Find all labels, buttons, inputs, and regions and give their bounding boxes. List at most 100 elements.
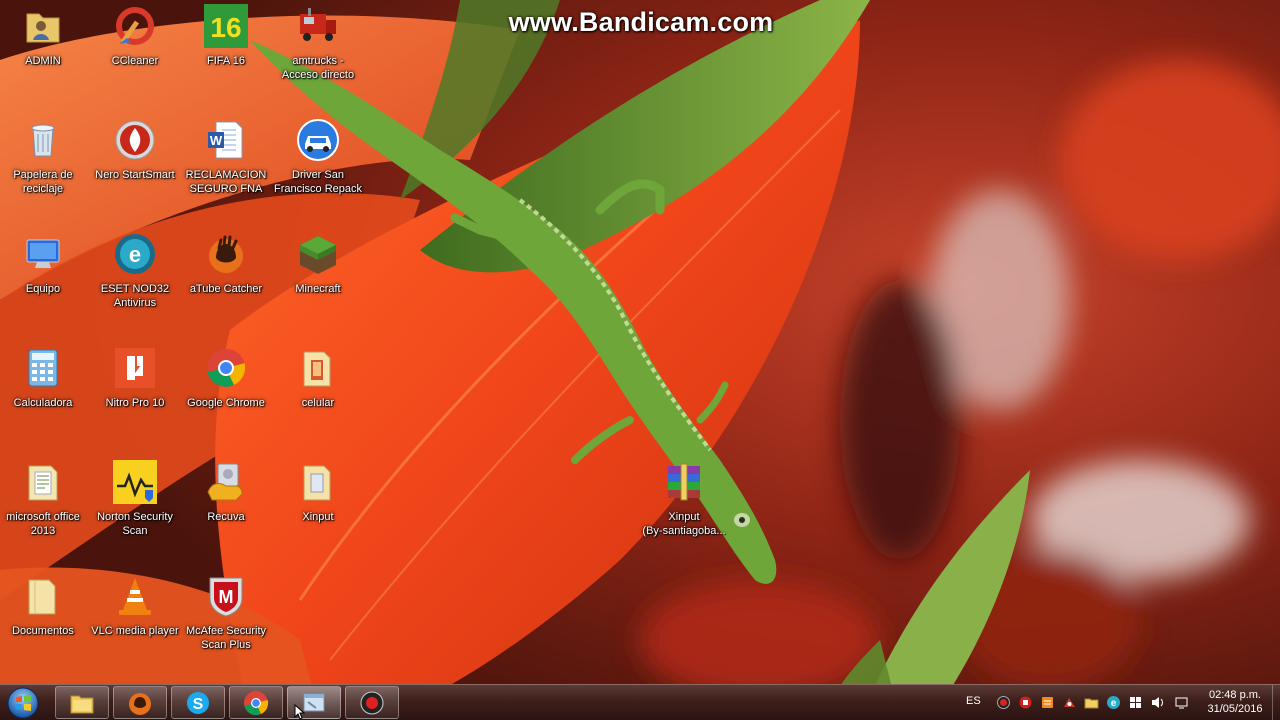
desktop-icon-equipo[interactable]: Equipo — [0, 232, 89, 332]
desktop-icon-label: amtrucks - Acceso directo — [281, 55, 355, 81]
show-desktop-button[interactable] — [1272, 685, 1280, 720]
desktop-icon-nero-startsmart[interactable]: Nero StartSmart — [89, 118, 181, 218]
desktop-icon-google-chrome[interactable]: Google Chrome — [180, 346, 272, 446]
desktop-icon-label: Driver San Francisco Repack — [273, 169, 363, 195]
taskbar-atube-catcher[interactable] — [113, 686, 167, 719]
desktop-icon-area: ADMIN Papelera de reciclaje Equipo Calcu… — [0, 0, 1280, 684]
notification-icon[interactable] — [1040, 695, 1055, 710]
desktop-icon-label: aTube Catcher — [189, 283, 263, 295]
folder-icon — [296, 460, 340, 504]
bandicam-icon — [360, 691, 384, 714]
desktop-icon-reclamacion-seguro[interactable]: W RECLAMACION SEGURO FNA — [180, 118, 272, 218]
action-center-icon[interactable] — [1174, 695, 1189, 710]
skype-icon: S — [187, 691, 209, 714]
recuva-icon — [204, 460, 248, 504]
taskbar-chrome[interactable] — [229, 686, 283, 719]
car-game-icon — [296, 118, 340, 162]
clock-time: 02:48 p.m. — [1209, 689, 1261, 701]
atube-catcher-icon — [129, 692, 151, 715]
desktop-icon-xinput-folder[interactable]: Xinput — [272, 460, 364, 560]
computer-icon — [21, 232, 65, 276]
folder-icon — [21, 460, 65, 504]
desktop-icon-xinput-archive[interactable]: Xinput (By-santiagoba... — [638, 460, 730, 560]
nitro-pdf-icon — [113, 346, 157, 390]
desktop-icon-documentos[interactable]: Documentos — [0, 574, 89, 674]
desktop-icon-label: Equipo — [25, 283, 61, 295]
truck-icon — [296, 4, 340, 48]
fifa-16-icon: 16 — [204, 4, 248, 48]
bandicam-tray-icon[interactable] — [1018, 695, 1033, 710]
desktop-icon-recuva[interactable]: Recuva — [180, 460, 272, 560]
folder-icon — [21, 574, 65, 618]
desktop-icon-label: VLC media player — [91, 625, 179, 637]
recycle-bin-icon — [21, 118, 65, 162]
desktop-icon-minecraft[interactable]: Minecraft — [272, 232, 364, 332]
volume-icon[interactable] — [1150, 695, 1165, 710]
desktop-icon-label: Nero StartSmart — [95, 169, 175, 181]
desktop-icon-driver-san-francisco[interactable]: Driver San Francisco Repack — [272, 118, 364, 218]
desktop-icon-norton-security-scan[interactable]: Norton Security Scan — [89, 460, 181, 560]
folder-sync-icon[interactable] — [1084, 695, 1099, 710]
desktop-icon-mcafee[interactable]: M McAfee Security Scan Plus — [180, 574, 272, 674]
desktop-icon-eset-nod32[interactable]: e ESET NOD32 Antivirus — [89, 232, 181, 332]
desktop-icon-label: microsoft office 2013 — [6, 511, 80, 537]
desktop-icon-ccleaner[interactable]: CCleaner — [89, 4, 181, 104]
mouse-cursor-icon — [294, 704, 306, 720]
desktop-icon-admin[interactable]: ADMIN — [0, 4, 89, 104]
desktop-icon-label: Recuva — [207, 511, 245, 523]
winrar-archive-icon — [662, 460, 706, 504]
desktop-icon-nitro-pro[interactable]: Nitro Pro 10 — [89, 346, 181, 446]
calculator-icon — [21, 346, 65, 390]
desktop-icon-label: Google Chrome — [187, 397, 265, 409]
folder-icon — [296, 346, 340, 390]
norton-icon — [113, 460, 157, 504]
desktop-icon-label: Xinput — [302, 511, 334, 523]
user-folder-icon — [21, 4, 65, 48]
desktop-icon-label: Papelera de reciclaje — [13, 169, 73, 195]
taskbar-file-explorer[interactable] — [55, 686, 109, 719]
mcafee-icon: M — [204, 574, 248, 618]
desktop-icon-atube-catcher[interactable]: aTube Catcher — [180, 232, 272, 332]
chrome-icon — [244, 690, 269, 715]
desktop-icon-celular[interactable]: celular — [272, 346, 364, 446]
desktop-icon-label: Minecraft — [295, 283, 341, 295]
windows-start-icon — [7, 687, 39, 719]
desktop-icon-label: ESET NOD32 Antivirus — [100, 283, 170, 309]
chrome-icon — [204, 346, 248, 390]
eset-tray-icon[interactable]: e — [1106, 695, 1121, 710]
desktop-icon-fifa-16[interactable]: 16 FIFA 16 — [180, 4, 272, 104]
desktop-icon-label: Documentos — [12, 625, 74, 637]
language-indicator[interactable]: ES — [966, 695, 981, 707]
desktop-icon-label: Xinput (By-santiagoba... — [642, 511, 726, 537]
start-button[interactable] — [2, 686, 44, 720]
record-icon[interactable] — [996, 695, 1011, 710]
vlc-icon — [113, 574, 157, 618]
desktop-icon-label: RECLAMACION SEGURO FNA — [185, 169, 267, 195]
taskbar-skype[interactable]: S — [171, 686, 225, 719]
network-tool-icon[interactable] — [1062, 695, 1077, 710]
desktop-icon-label: Calculadora — [13, 397, 73, 409]
desktop-icon-amtrucks[interactable]: amtrucks - Acceso directo — [272, 4, 364, 104]
desktop-icon-recycle-bin[interactable]: Papelera de reciclaje — [0, 118, 89, 218]
system-clock[interactable]: 02:48 p.m. 31/05/2016 — [1202, 688, 1268, 716]
desktop-icon-label: celular — [301, 397, 335, 409]
desktop-icon-label: CCleaner — [111, 55, 159, 67]
word-document-icon: W — [204, 118, 248, 162]
svg-text:e: e — [129, 242, 141, 267]
desktop-icon-vlc[interactable]: VLC media player — [89, 574, 181, 674]
desktop-icon-label: FIFA 16 — [207, 55, 245, 67]
desktop-icon-calculadora[interactable]: Calculadora — [0, 346, 89, 446]
eset-icon: e — [113, 232, 157, 276]
taskbar-bandicam[interactable] — [345, 686, 399, 719]
desktop-icon-label: Nitro Pro 10 — [105, 397, 165, 409]
desktop-icon-microsoft-office-2013[interactable]: microsoft office 2013 — [0, 460, 89, 560]
clock-date: 31/05/2016 — [1207, 703, 1263, 715]
svg-text:W: W — [210, 133, 223, 148]
svg-text:e: e — [1111, 698, 1117, 709]
file-explorer-icon — [70, 695, 94, 713]
desktop-icon-label: McAfee Security Scan Plus — [185, 625, 267, 651]
nero-icon — [113, 118, 157, 162]
windows-flag-icon[interactable] — [1128, 695, 1143, 710]
svg-text:S: S — [193, 696, 204, 713]
atube-catcher-icon — [204, 232, 248, 276]
